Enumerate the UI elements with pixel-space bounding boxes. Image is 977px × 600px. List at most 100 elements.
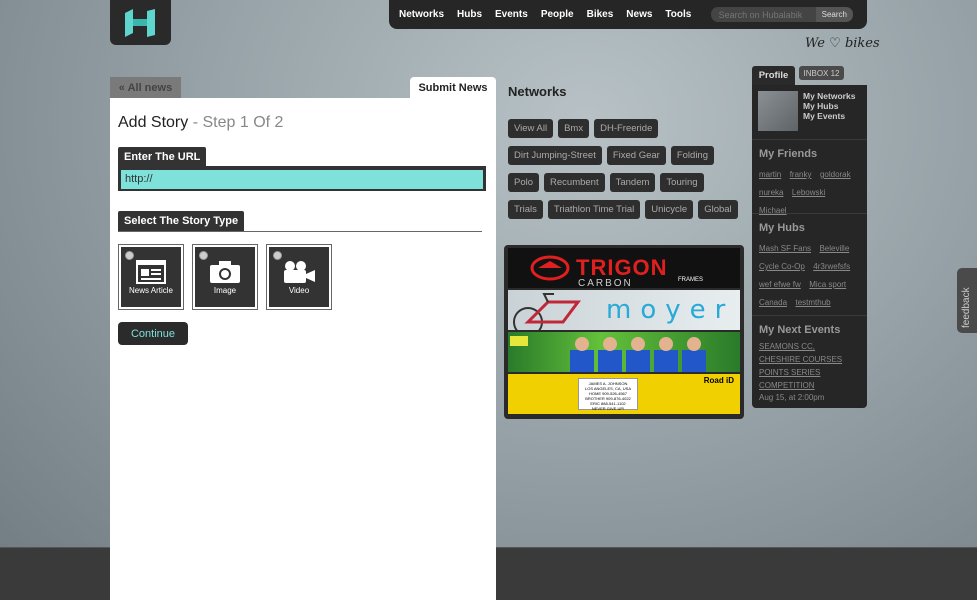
radio-button[interactable] xyxy=(273,251,282,260)
nav-news[interactable]: News xyxy=(626,9,652,20)
my-events-link[interactable]: My Events xyxy=(803,111,855,121)
ad-banners: TRIGON CARBON FRAMES moyer JAMES A. JOHN… xyxy=(504,245,744,419)
friends-section: My Friends martin franky goldorak nureka… xyxy=(752,139,867,218)
page-title: Add Story - Step 1 Of 2 xyxy=(118,114,283,132)
event-link[interactable]: SEAMONS CC, CHESHIRE COURSES POINTS SERI… xyxy=(759,340,856,392)
nav-bikes[interactable]: Bikes xyxy=(587,9,614,20)
trigon-logo-icon xyxy=(530,255,570,281)
network-tag[interactable]: Tandem xyxy=(609,173,656,192)
network-tag[interactable]: Folding xyxy=(670,146,715,165)
url-section-label: Enter The URL xyxy=(118,147,207,167)
hub-link[interactable]: testmthub xyxy=(795,298,830,307)
id-card: JAMES A. JOHNSON LOS ANGELES, CA, USA HO… xyxy=(578,378,638,411)
network-tag[interactable]: Polo xyxy=(508,173,540,192)
hub-link[interactable]: 4r3rwefsfs xyxy=(813,262,850,271)
network-tag[interactable]: Triathlon Time Trial xyxy=(547,200,641,219)
friend-link[interactable]: franky xyxy=(790,170,812,179)
type-label: News Article xyxy=(128,285,173,295)
all-news-tab[interactable]: « All news xyxy=(110,77,181,98)
ad-team[interactable] xyxy=(508,332,740,372)
radio-button[interactable] xyxy=(125,251,134,260)
network-tag[interactable]: Recumbent xyxy=(544,173,605,192)
camera-icon xyxy=(210,260,240,283)
friend-link[interactable]: Lebowski xyxy=(792,188,825,197)
type-card-inner: News Article xyxy=(121,247,181,307)
add-story-panel: Add Story - Step 1 Of 2 Enter The URL Se… xyxy=(110,98,496,600)
hub-link[interactable]: wef efwe fw xyxy=(759,280,801,289)
search-button[interactable]: Search xyxy=(815,7,853,22)
network-tag[interactable]: Fixed Gear xyxy=(606,146,666,165)
profile-sidebar: My Networks My Hubs My Events My Friends… xyxy=(752,85,867,408)
network-tag[interactable]: Unicycle xyxy=(645,200,694,219)
site-logo[interactable] xyxy=(110,0,171,45)
network-tag[interactable]: Bmx xyxy=(558,119,590,138)
road-id-brand: Road iD xyxy=(703,376,734,385)
tagline-suffix: bikes xyxy=(844,36,880,51)
friend-link[interactable]: nureka xyxy=(759,188,783,197)
networks-title: Networks xyxy=(508,84,567,99)
ad-road-id[interactable]: JAMES A. JOHNSON LOS ANGELES, CA, USA HO… xyxy=(508,374,740,414)
story-type-news-article[interactable]: News Article xyxy=(118,244,184,310)
event-date: Aug 15, at 2:00pm xyxy=(759,393,825,402)
ad-trigon[interactable]: TRIGON CARBON FRAMES xyxy=(508,248,740,288)
search-bar: Search xyxy=(710,7,853,22)
url-field-wrapper xyxy=(118,166,486,191)
moyer-title: moyer xyxy=(606,295,735,325)
my-networks-link[interactable]: My Networks xyxy=(803,91,855,101)
nav-networks[interactable]: Networks xyxy=(399,9,444,20)
network-tag[interactable]: Trials xyxy=(508,200,543,219)
heart-icon: ♡ xyxy=(829,36,841,51)
network-tag[interactable]: DH-Freeride xyxy=(594,119,659,138)
network-tag[interactable]: Global xyxy=(698,200,738,219)
network-tag[interactable]: Touring xyxy=(660,173,704,192)
profile-links: My Networks My Hubs My Events xyxy=(803,91,855,121)
type-label: Video xyxy=(288,285,310,295)
events-title: My Next Events xyxy=(759,324,841,336)
tagline: We ♡ bikes xyxy=(805,36,880,51)
video-camera-icon xyxy=(284,260,315,283)
story-type-image[interactable]: Image xyxy=(192,244,258,310)
profile-tab[interactable]: Profile xyxy=(752,66,795,85)
page-title-step: - Step 1 Of 2 xyxy=(192,114,284,131)
page-title-main: Add Story xyxy=(118,114,189,131)
my-hubs-link[interactable]: My Hubs xyxy=(803,101,855,111)
continue-button[interactable]: Continue xyxy=(118,322,188,345)
logo-h-icon xyxy=(124,8,155,37)
avatar[interactable] xyxy=(758,91,798,131)
feedback-tab[interactable]: feedback xyxy=(957,268,977,333)
divider xyxy=(118,231,482,232)
card-line: NEVER GIVE UP! xyxy=(591,406,625,411)
url-input[interactable] xyxy=(121,169,483,189)
bicycle-icon xyxy=(513,293,581,330)
nav-tools[interactable]: Tools xyxy=(665,9,691,20)
story-type-video[interactable]: Video xyxy=(266,244,332,310)
submit-news-tab[interactable]: Submit News xyxy=(410,77,496,98)
network-tag[interactable]: View All xyxy=(508,119,554,138)
ad-moyer[interactable]: moyer xyxy=(508,290,740,330)
tagline-prefix: We xyxy=(805,36,825,51)
top-navigation: Networks Hubs Events People Bikes News T… xyxy=(389,0,867,29)
nav-people[interactable]: People xyxy=(541,9,574,20)
inbox-tab[interactable]: INBOX 12 xyxy=(799,66,844,80)
friends-title: My Friends xyxy=(759,148,818,160)
events-section: My Next Events SEAMONS CC, CHESHIRE COUR… xyxy=(752,315,867,404)
network-tags: View All Bmx DH-Freeride Dirt Jumping-Stree… xyxy=(508,118,744,226)
team-photo-image xyxy=(510,336,706,372)
friend-link[interactable]: goldorak xyxy=(820,170,851,179)
search-input[interactable] xyxy=(710,7,816,22)
friend-link[interactable]: martin xyxy=(759,170,781,179)
type-label: Image xyxy=(213,285,237,295)
hubs-title: My Hubs xyxy=(759,222,805,234)
type-card-inner: Video xyxy=(269,247,329,307)
trigon-sub: CARBON xyxy=(578,278,633,288)
type-card-inner: Image xyxy=(195,247,255,307)
nav-hubs[interactable]: Hubs xyxy=(457,9,482,20)
trigon-frames: FRAMES xyxy=(678,277,704,283)
hub-link[interactable]: Mash SF Fans xyxy=(759,244,811,253)
radio-button[interactable] xyxy=(199,251,208,260)
nav-events[interactable]: Events xyxy=(495,9,528,20)
feedback-label: feedback xyxy=(961,287,972,328)
hubs-section: My Hubs Mash SF Fans Beleville Cycle Co-… xyxy=(752,213,867,310)
network-tag[interactable]: Dirt Jumping-Street xyxy=(508,146,602,165)
news-article-icon xyxy=(136,259,166,284)
